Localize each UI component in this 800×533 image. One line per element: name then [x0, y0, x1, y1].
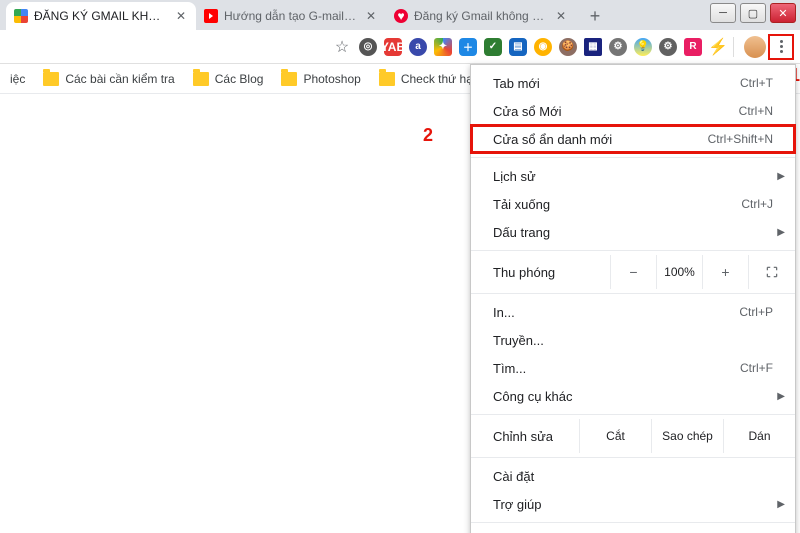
zoom-out-button[interactable]: −	[611, 255, 657, 289]
close-icon[interactable]: ✕	[174, 9, 188, 23]
menu-separator	[471, 293, 795, 294]
menu-more-tools[interactable]: Công cụ khác▶	[471, 382, 795, 410]
menu-separator	[471, 250, 795, 251]
menu-edit-row: Chỉnh sửa Cắt Sao chép Dán	[471, 419, 795, 453]
menu-new-window[interactable]: Cửa sổ MớiCtrl+N	[471, 97, 795, 125]
ext-icon-11[interactable]: ⚙	[609, 38, 627, 56]
maximize-button[interactable]: ▢	[740, 3, 766, 23]
chevron-right-icon: ▶	[777, 227, 785, 238]
bookmark-label: iệc	[10, 72, 25, 86]
chevron-right-icon: ▶	[777, 171, 785, 182]
new-tab-button[interactable]: +	[582, 3, 608, 29]
close-icon[interactable]: ✕	[554, 9, 568, 23]
menu-downloads[interactable]: Tải xuốngCtrl+J	[471, 190, 795, 218]
bookmark-folder-3[interactable]: Photoshop	[281, 72, 360, 86]
bookmark-label: Check thứ hạ	[401, 72, 473, 86]
folder-icon	[43, 72, 59, 86]
tab-2[interactable]: ♥ Đăng ký Gmail không cần ✕	[386, 2, 576, 30]
bookmark-folder-2[interactable]: Các Blog	[193, 72, 264, 86]
menu-history[interactable]: Lịch sử▶	[471, 162, 795, 190]
profile-avatar[interactable]	[744, 36, 766, 58]
google-favicon	[14, 9, 28, 23]
ext-icon-12[interactable]: 💡	[634, 38, 652, 56]
tab-0[interactable]: ĐĂNG KÝ GMAIL KHÔNG C ✕	[6, 2, 196, 30]
site-favicon: ♥	[394, 9, 408, 23]
edit-paste-button[interactable]: Dán	[723, 419, 795, 453]
menu-print[interactable]: In...Ctrl+P	[471, 298, 795, 326]
tab-title: Hướng dẫn tạo G-mail kh	[224, 9, 358, 23]
ext-icon-6[interactable]: ✓	[484, 38, 502, 56]
zoom-value: 100%	[657, 255, 703, 289]
annotation-2: 2	[423, 125, 433, 146]
bookmark-folder-4[interactable]: Check thứ hạ	[379, 72, 473, 86]
ext-icon-4[interactable]: ✦	[434, 38, 452, 56]
minimize-button[interactable]: ─	[710, 3, 736, 23]
ext-icon-1[interactable]: ◎	[359, 38, 377, 56]
ext-icon-10[interactable]: ▦	[584, 38, 602, 56]
menu-help[interactable]: Trợ giúp▶	[471, 490, 795, 518]
menu-separator	[471, 457, 795, 458]
ext-icon-13[interactable]: ⚙	[659, 38, 677, 56]
ext-icon-5[interactable]: ＋	[459, 38, 477, 56]
bookmark-star-icon[interactable]: ☆	[331, 36, 353, 58]
extensions-row: ◎ YAB a ✦ ＋ ✓ ▤ ◉ 🍪 ▦ ⚙ 💡 ⚙ R ⚡	[359, 38, 727, 56]
edit-copy-button[interactable]: Sao chép	[651, 419, 723, 453]
menu-cast[interactable]: Truyền...	[471, 326, 795, 354]
tab-1[interactable]: Hướng dẫn tạo G-mail kh ✕	[196, 2, 386, 30]
window-controls: ─ ▢ ✕	[710, 3, 796, 23]
close-window-button[interactable]: ✕	[770, 3, 796, 23]
menu-new-incognito[interactable]: Cửa sổ ẩn danh mớiCtrl+Shift+N	[471, 125, 795, 153]
menu-settings[interactable]: Cài đặt	[471, 462, 795, 490]
ext-icon-2[interactable]: YAB	[384, 38, 402, 56]
bookmark-label: Các bài cần kiểm tra	[65, 72, 174, 86]
tab-title: ĐĂNG KÝ GMAIL KHÔNG C	[34, 9, 168, 23]
fullscreen-button[interactable]	[749, 255, 795, 289]
separator	[733, 37, 734, 57]
bookmark-label: Các Blog	[215, 72, 264, 86]
menu-separator	[471, 522, 795, 523]
menu-separator	[471, 157, 795, 158]
youtube-favicon	[204, 9, 218, 23]
menu-separator	[471, 414, 795, 415]
titlebar: ĐĂNG KÝ GMAIL KHÔNG C ✕ Hướng dẫn tạo G-…	[0, 0, 800, 30]
ext-icon-9[interactable]: 🍪	[559, 38, 577, 56]
menu-exit[interactable]: Thoát	[471, 527, 795, 533]
toolbar: ☆ ◎ YAB a ✦ ＋ ✓ ▤ ◉ 🍪 ▦ ⚙ 💡 ⚙ R ⚡	[0, 30, 800, 64]
menu-zoom-row: Thu phóng − 100% +	[471, 255, 795, 289]
chrome-main-menu: Tab mớiCtrl+T Cửa sổ MớiCtrl+N Cửa sổ ẩn…	[470, 64, 796, 533]
folder-icon	[379, 72, 395, 86]
bookmark-folder-1[interactable]: Các bài cần kiểm tra	[43, 72, 174, 86]
tabs-strip: ĐĂNG KÝ GMAIL KHÔNG C ✕ Hướng dẫn tạo G-…	[0, 0, 614, 30]
ext-icon-3[interactable]: a	[409, 38, 427, 56]
menu-new-tab[interactable]: Tab mớiCtrl+T	[471, 69, 795, 97]
menu-find[interactable]: Tìm...Ctrl+F	[471, 354, 795, 382]
bookmark-label: Photoshop	[303, 72, 360, 86]
chevron-right-icon: ▶	[777, 499, 785, 510]
bookmark-folder-0[interactable]: iệc	[10, 72, 25, 86]
chevron-right-icon: ▶	[777, 391, 785, 402]
ext-icon-14[interactable]: R	[684, 38, 702, 56]
chrome-menu-button[interactable]	[768, 34, 794, 60]
ext-icon-7[interactable]: ▤	[509, 38, 527, 56]
ext-icon-8[interactable]: ◉	[534, 38, 552, 56]
tab-title: Đăng ký Gmail không cần	[414, 9, 548, 23]
folder-icon	[193, 72, 209, 86]
ext-icon-15[interactable]: ⚡	[709, 38, 727, 56]
zoom-in-button[interactable]: +	[703, 255, 749, 289]
edit-cut-button[interactable]: Cắt	[579, 419, 651, 453]
close-icon[interactable]: ✕	[364, 9, 378, 23]
dots-vertical-icon	[780, 40, 783, 53]
menu-bookmarks[interactable]: Dấu trang▶	[471, 218, 795, 246]
folder-icon	[281, 72, 297, 86]
